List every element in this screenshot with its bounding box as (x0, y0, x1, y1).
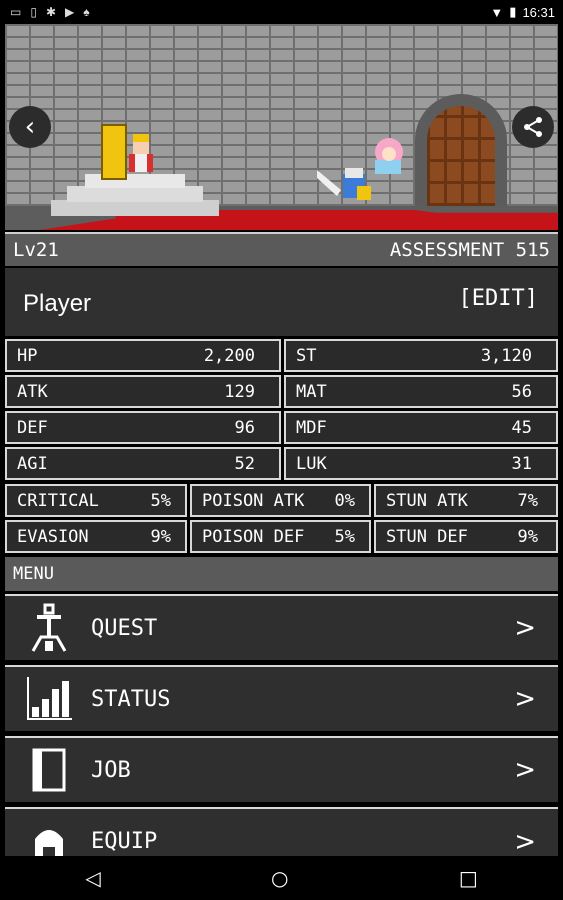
stat-mdf: MDF 45 (284, 411, 558, 444)
stat-value: 0% (334, 490, 355, 511)
stat-label: DEF (17, 417, 48, 438)
stat-value: 5% (334, 526, 355, 547)
notification-icon: ♠ (83, 5, 90, 19)
menu-item-equip[interactable]: EQUIP > (5, 807, 558, 856)
stat-label: LUK (296, 453, 327, 474)
castle-door (415, 94, 507, 206)
stat-value: 2,200 (203, 345, 255, 366)
stat-label: STUN ATK (386, 490, 468, 511)
stat-critical: CRITICAL 5% (5, 484, 187, 517)
stat-label: POISON DEF (202, 526, 305, 547)
throne-steps (67, 186, 203, 202)
fairy-sprite (375, 138, 403, 174)
stat-value: 56 (511, 381, 532, 402)
chevron-right-icon: > (514, 684, 536, 714)
stat-label: STUN DEF (386, 526, 468, 547)
stat-value: 9% (150, 526, 171, 547)
assessment-text: ASSESSMENT 515 (389, 239, 550, 261)
stat-label: MAT (296, 381, 327, 402)
stat-stun-def: STUN DEF 9% (374, 520, 558, 553)
door-panel (427, 106, 495, 206)
stat-stun-atk: STUN ATK 7% (374, 484, 558, 517)
stat-agi: AGI 52 (5, 447, 281, 480)
menu-item-label: JOB (91, 757, 131, 783)
tower-icon (21, 600, 77, 656)
level-bar: Lv21 ASSESSMENT 515 (5, 232, 558, 266)
wifi-icon: ▼ (490, 4, 504, 20)
edit-button[interactable]: [EDIT] (459, 286, 538, 311)
status-bar: ▭ ▯ ✱ ▶ ♠ ▼ ▮ 16:31 (0, 0, 563, 24)
stat-label: CRITICAL (17, 490, 99, 511)
stat-poison-atk: POISON ATK 0% (190, 484, 371, 517)
stat-poison-def: POISON DEF 5% (190, 520, 371, 553)
level-text: Lv21 (13, 239, 59, 261)
stat-label: ST (296, 345, 317, 366)
stat-value: 31 (511, 453, 532, 474)
notification-icon: ▯ (30, 5, 37, 19)
menu-item-status[interactable]: STATUS > (5, 665, 558, 731)
book-icon (21, 742, 77, 798)
notification-icon: ▭ (10, 5, 22, 19)
stat-atk: ATK 129 (5, 375, 281, 408)
share-button[interactable] (512, 106, 554, 148)
throne (101, 124, 127, 180)
castle-scene: ‹ (5, 24, 558, 230)
menu-header: MENU (5, 557, 558, 591)
menu-item-label: STATUS (91, 686, 171, 712)
throne-steps (51, 200, 219, 216)
stat-value: 52 (234, 453, 255, 474)
chevron-right-icon: > (514, 755, 536, 785)
stat-label: POISON ATK (202, 490, 305, 511)
stat-st: ST 3,120 (284, 339, 558, 372)
menu-item-quest[interactable]: QUEST > (5, 594, 558, 660)
stat-label: MDF (296, 417, 327, 438)
stat-label: ATK (17, 381, 48, 402)
stat-label: HP (17, 345, 38, 366)
notification-icon: ▶ (65, 5, 75, 19)
notification-icons: ▭ ▯ ✱ ▶ ♠ (0, 5, 90, 19)
stat-hp: HP 2,200 (5, 339, 281, 372)
back-arrow-button[interactable]: ‹ (9, 106, 51, 148)
stat-value: 5% (150, 490, 171, 511)
battery-icon: ▮ (509, 4, 517, 19)
stat-value: 45 (511, 417, 532, 438)
recents-icon[interactable]: □ (459, 866, 478, 890)
stat-value: 3,120 (480, 345, 532, 366)
player-panel: Player [EDIT] (5, 268, 558, 336)
clock: 16:31 (522, 4, 555, 20)
player-name: Player (23, 290, 92, 317)
stat-luk: LUK 31 (284, 447, 558, 480)
stat-evasion: EVASION 9% (5, 520, 187, 553)
stat-value: 129 (224, 381, 255, 402)
stat-value: 9% (517, 526, 538, 547)
stat-value: 96 (234, 417, 255, 438)
king-sprite (129, 134, 153, 172)
stat-label: EVASION (17, 526, 89, 547)
stat-mat: MAT 56 (284, 375, 558, 408)
bar-chart-icon (21, 671, 77, 727)
chevron-right-icon: > (514, 613, 536, 643)
notification-icon: ✱ (45, 5, 57, 19)
throne-steps (85, 174, 185, 188)
menu-item-label: QUEST (91, 615, 158, 641)
helmet-icon (21, 817, 77, 856)
menu-item-job[interactable]: JOB > (5, 736, 558, 802)
share-icon (524, 117, 542, 137)
stat-value: 7% (517, 490, 538, 511)
back-icon[interactable]: ◁ (85, 866, 100, 890)
stat-def: DEF 96 (5, 411, 281, 444)
stat-label: AGI (17, 453, 48, 474)
chevron-right-icon: > (514, 827, 536, 856)
menu-item-label: EQUIP (91, 829, 158, 854)
system-nav-bar: ◁ ○ □ (0, 856, 563, 900)
home-icon[interactable]: ○ (271, 866, 288, 890)
